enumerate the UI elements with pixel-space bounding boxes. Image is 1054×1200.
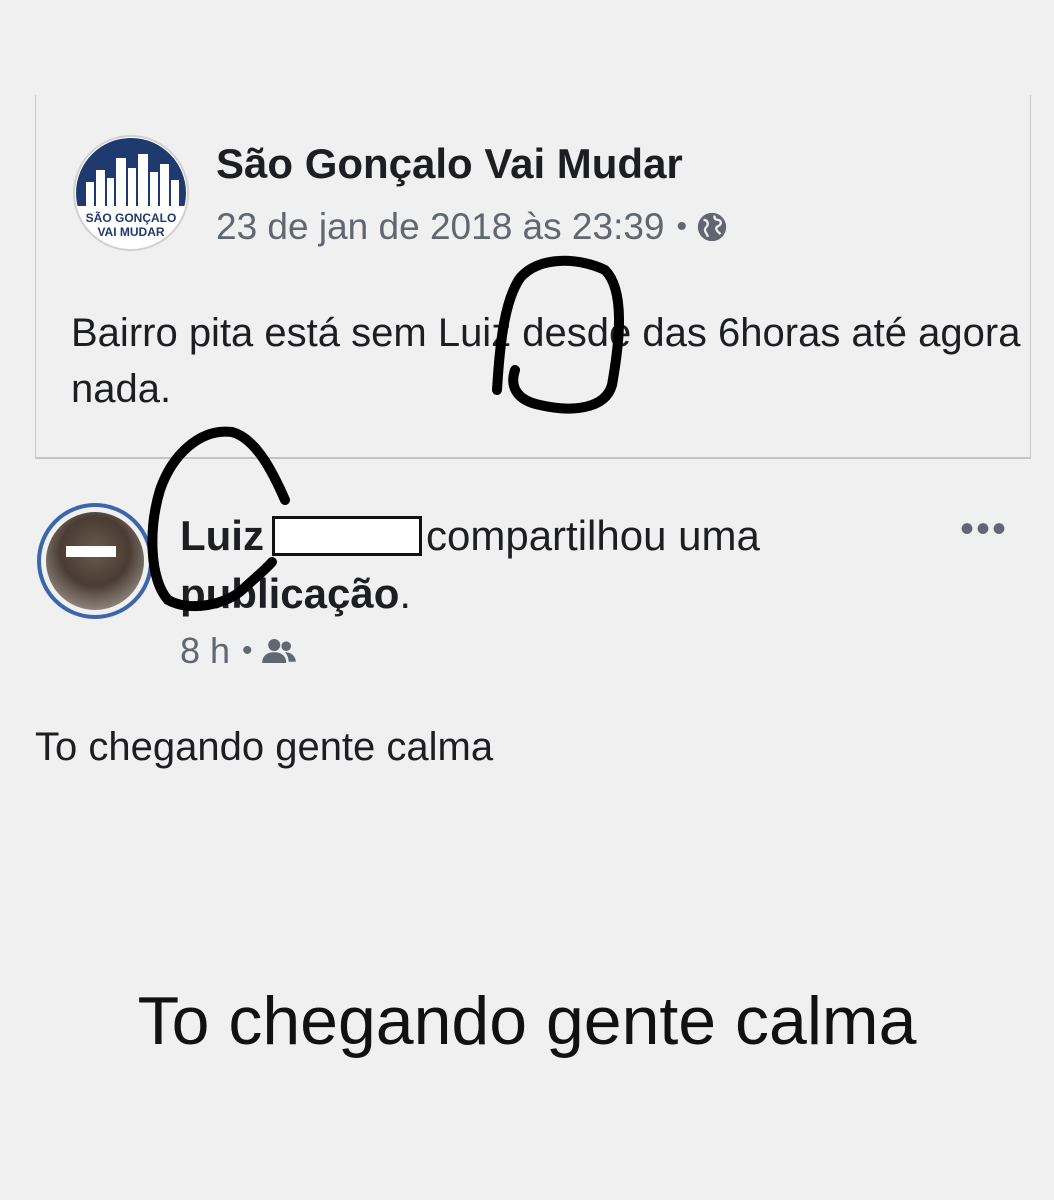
share-time[interactable]: 8 h xyxy=(180,630,230,672)
share-post-text: To chegando gente calma xyxy=(35,725,494,769)
share-header-text: Luiz compartilhou uma publicação. xyxy=(180,507,900,623)
more-options-button[interactable]: ••• xyxy=(960,507,1008,552)
logo-text-2: VAI MUDAR xyxy=(97,225,164,239)
shared-post-meta: 23 de jan de 2018 às 23:39 • xyxy=(216,206,729,248)
share-end-punct: . xyxy=(399,570,412,617)
avatar-censor-bar xyxy=(66,546,116,557)
meme-caption: To chegando gente calma xyxy=(137,983,917,1059)
page-name-link[interactable]: São Gonçalo Vai Mudar xyxy=(216,140,683,188)
shared-post-timestamp[interactable]: 23 de jan de 2018 às 23:39 xyxy=(216,206,665,248)
user-avatar[interactable] xyxy=(37,503,153,619)
share-action-text: compartilhou uma xyxy=(425,512,760,559)
page-logo[interactable]: SÃO GONÇALO VAI MUDAR xyxy=(72,134,190,252)
user-name-link[interactable]: Luiz xyxy=(180,512,264,559)
share-meta: 8 h • xyxy=(180,630,297,672)
share-meta-separator: • xyxy=(242,634,253,667)
publication-link[interactable]: publicação xyxy=(180,570,399,617)
friends-icon xyxy=(261,639,296,663)
redacted-surname xyxy=(271,516,422,556)
meta-separator: • xyxy=(676,210,688,243)
globe-icon xyxy=(697,212,727,242)
avatar-photo xyxy=(46,512,144,610)
logo-text-1: SÃO GONÇALO xyxy=(86,210,177,225)
shared-post-text: Bairro pita está sem Luiz desde das 6hor… xyxy=(71,311,1021,411)
